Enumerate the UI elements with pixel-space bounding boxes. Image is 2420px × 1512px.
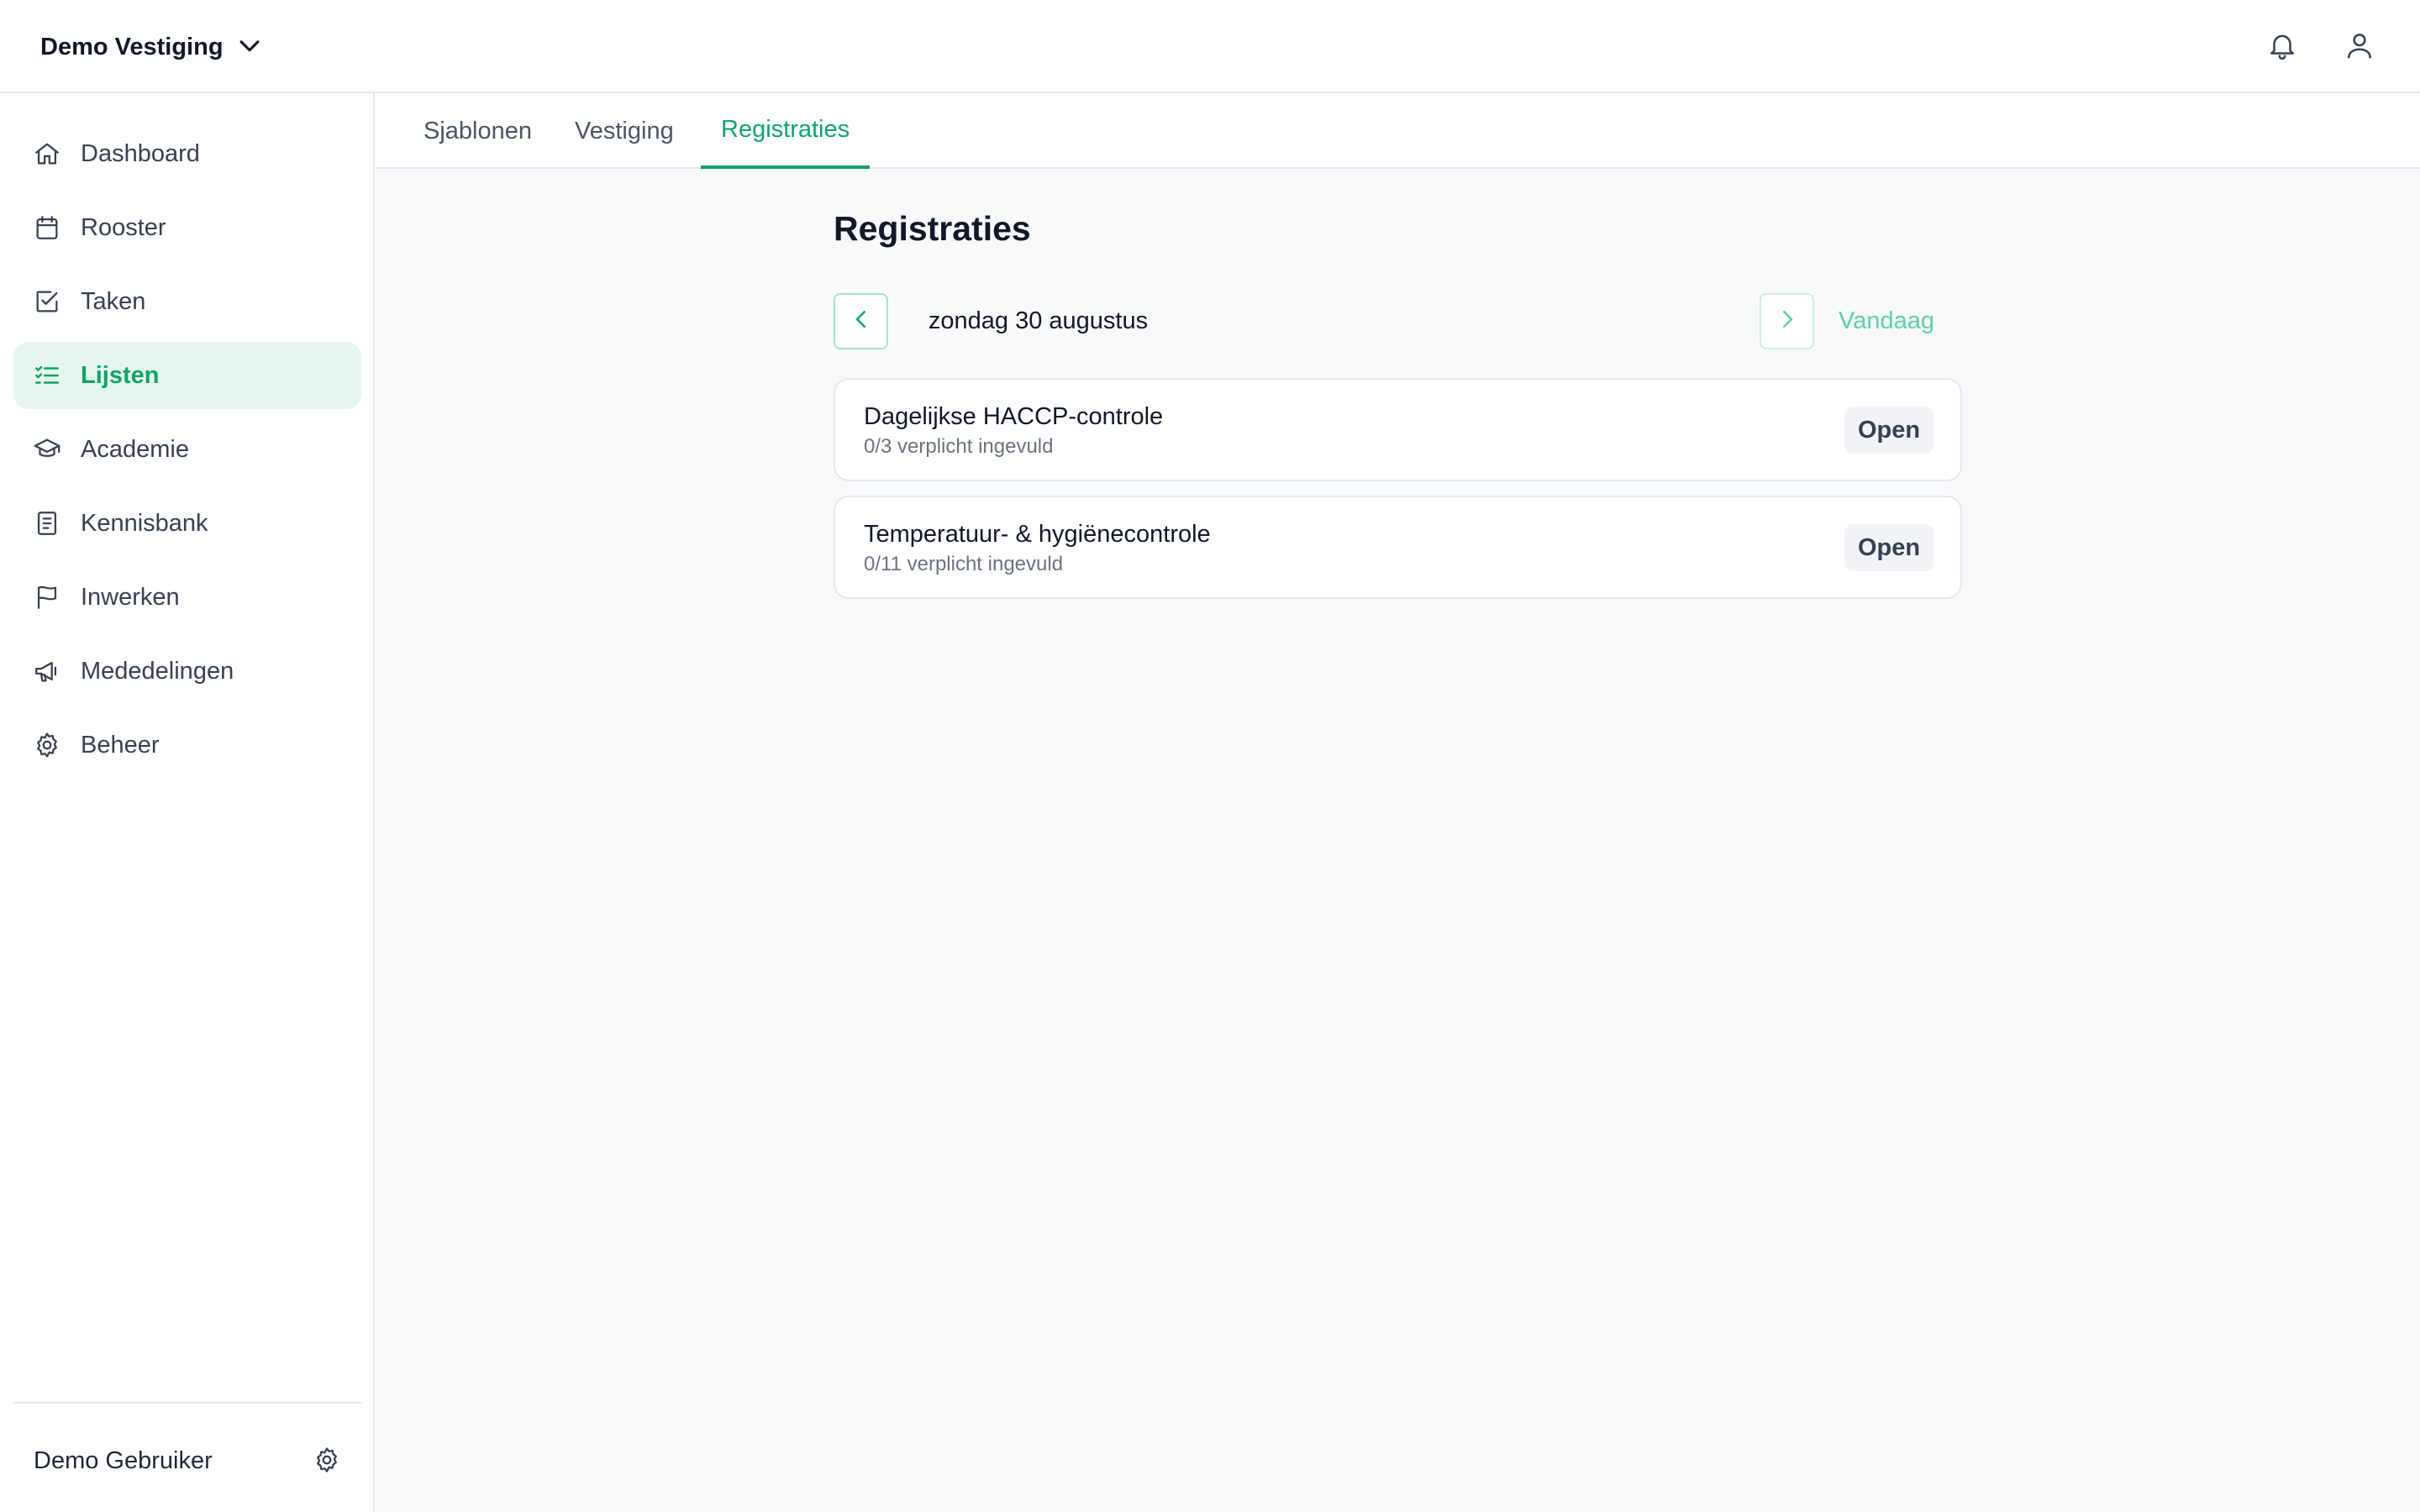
sidebar-item-label: Mededelingen bbox=[81, 657, 234, 685]
list-item-progress: 0/11 verplicht ingevuld bbox=[864, 553, 1064, 575]
sidebar-item-label: Rooster bbox=[81, 213, 166, 241]
profile-button[interactable] bbox=[2336, 24, 2383, 71]
today-button[interactable]: Vandaag bbox=[1839, 293, 1934, 349]
main-content: Sjablonen Vestiging Registraties Registr… bbox=[376, 93, 2420, 1512]
flag-icon bbox=[32, 582, 62, 612]
sidebar-item-label: Academie bbox=[81, 435, 189, 463]
page-title: Registraties bbox=[834, 209, 1031, 248]
sidebar: Dashboard Rooster Taken Lijsten Academie… bbox=[0, 93, 375, 1512]
graduation-cap-icon bbox=[32, 434, 62, 465]
tab-registraties[interactable]: Registraties bbox=[701, 93, 871, 169]
megaphone-icon bbox=[32, 656, 62, 686]
list-item-title: Temperatuur- & hygiënecontrole bbox=[864, 521, 1211, 548]
tab-sjablonen[interactable]: Sjablonen bbox=[403, 93, 552, 169]
sidebar-item-label: Taken bbox=[81, 287, 146, 315]
sidebar-item-beheer[interactable]: Beheer bbox=[13, 711, 361, 779]
tab-bar: Sjablonen Vestiging Registraties bbox=[376, 93, 2420, 169]
list-item: Temperatuur- & hygiënecontrole 0/11 verp… bbox=[834, 496, 1962, 599]
sidebar-item-mededelingen[interactable]: Mededelingen bbox=[13, 638, 361, 705]
sidebar-item-dashboard[interactable]: Dashboard bbox=[13, 120, 361, 187]
gear-icon bbox=[313, 1446, 341, 1478]
book-icon bbox=[32, 508, 62, 538]
gear-icon bbox=[32, 730, 62, 760]
notifications-button[interactable] bbox=[2259, 24, 2306, 71]
calendar-icon bbox=[32, 213, 62, 243]
top-header: Demo Vestiging bbox=[0, 0, 2420, 93]
home-icon bbox=[32, 139, 62, 169]
list-checks-icon bbox=[32, 360, 62, 391]
previous-day-button[interactable] bbox=[834, 293, 888, 349]
sidebar-footer: Demo Gebruiker bbox=[13, 1402, 361, 1512]
tab-vestiging[interactable]: Vestiging bbox=[555, 93, 694, 169]
bell-icon bbox=[2266, 29, 2298, 66]
list-item: Dagelijkse HACCP-controle 0/3 verplicht … bbox=[834, 378, 1962, 481]
user-name: Demo Gebruiker bbox=[34, 1447, 213, 1474]
sidebar-item-label: Beheer bbox=[81, 731, 160, 759]
sidebar-item-label: Kennisbank bbox=[81, 509, 208, 537]
check-square-icon bbox=[32, 286, 62, 317]
sidebar-item-label: Dashboard bbox=[81, 139, 200, 167]
sidebar-item-label: Inwerken bbox=[81, 583, 180, 611]
user-settings-button[interactable] bbox=[308, 1442, 346, 1481]
open-button[interactable]: Open bbox=[1844, 524, 1933, 571]
chevron-left-icon bbox=[849, 307, 874, 336]
current-date: zondag 30 augustus bbox=[928, 307, 1149, 334]
sidebar-item-inwerken[interactable]: Inwerken bbox=[13, 564, 361, 631]
sidebar-item-label: Lijsten bbox=[81, 361, 160, 389]
location-switcher[interactable]: Demo Vestiging bbox=[40, 25, 264, 69]
sidebar-item-academie[interactable]: Academie bbox=[13, 416, 361, 483]
location-name: Demo Vestiging bbox=[40, 33, 224, 60]
sidebar-item-lijsten[interactable]: Lijsten bbox=[13, 342, 361, 409]
chevron-right-icon bbox=[1775, 307, 1800, 336]
open-button[interactable]: Open bbox=[1844, 407, 1933, 454]
list-item-progress: 0/3 verplicht ingevuld bbox=[864, 435, 1054, 458]
next-day-button[interactable] bbox=[1760, 293, 1814, 349]
sidebar-item-kennisbank[interactable]: Kennisbank bbox=[13, 490, 361, 557]
sidebar-item-rooster[interactable]: Rooster bbox=[13, 194, 361, 261]
sidebar-item-taken[interactable]: Taken bbox=[13, 268, 361, 335]
chevron-down-icon bbox=[235, 31, 264, 64]
list-item-title: Dagelijkse HACCP-controle bbox=[864, 403, 1164, 430]
user-icon bbox=[2344, 29, 2375, 66]
